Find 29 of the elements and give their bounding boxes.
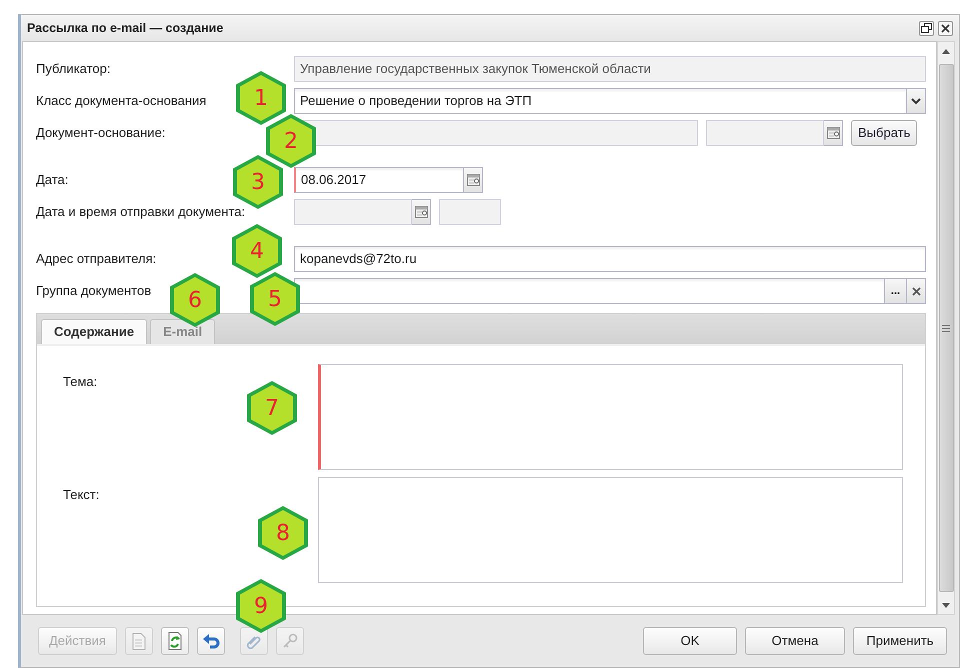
field-label: Текст: [63, 487, 100, 502]
readonly-field[interactable]: Управление государственных закупок Тюменской области [294, 56, 926, 82]
document-refresh-icon[interactable] [160, 627, 189, 655]
combo-field[interactable]: Решение о проведении торгов на ЭТП [294, 88, 907, 114]
window-title: Рассылка по e-mail — создание [27, 20, 224, 37]
tab[interactable]: Содержание [41, 319, 148, 344]
input-field[interactable]: 08.06.2017 [294, 167, 464, 193]
dialog-button[interactable]: Отмена [745, 627, 845, 655]
dialog-button[interactable]: OK [643, 627, 737, 655]
field-label: Класс документа-основания [36, 93, 206, 108]
dropdown-icon[interactable] [907, 88, 926, 114]
field-label: Публикатор: [36, 61, 110, 76]
field-label: Группа документов [36, 283, 152, 298]
dialog-button[interactable]: Применить [853, 627, 947, 655]
field-label: Документ-основание: [36, 125, 166, 140]
close-icon[interactable] [938, 20, 953, 36]
calendar-icon[interactable] [412, 199, 431, 225]
field-label: Дата: [36, 172, 68, 188]
field-label: Тема: [63, 374, 98, 389]
ellipsis-button[interactable]: ... [885, 278, 907, 304]
input-field[interactable]: kopanevds@72to.ru [294, 246, 926, 272]
field-label: Адрес отправителя: [36, 251, 156, 266]
calendar-icon[interactable] [464, 167, 483, 193]
input-field[interactable] [294, 278, 885, 304]
restore-icon[interactable] [919, 20, 934, 36]
undo-icon[interactable] [196, 627, 225, 655]
calendar-icon[interactable] [824, 120, 843, 146]
clear-icon[interactable] [907, 278, 926, 304]
scrollbar-thumb[interactable] [938, 64, 954, 592]
